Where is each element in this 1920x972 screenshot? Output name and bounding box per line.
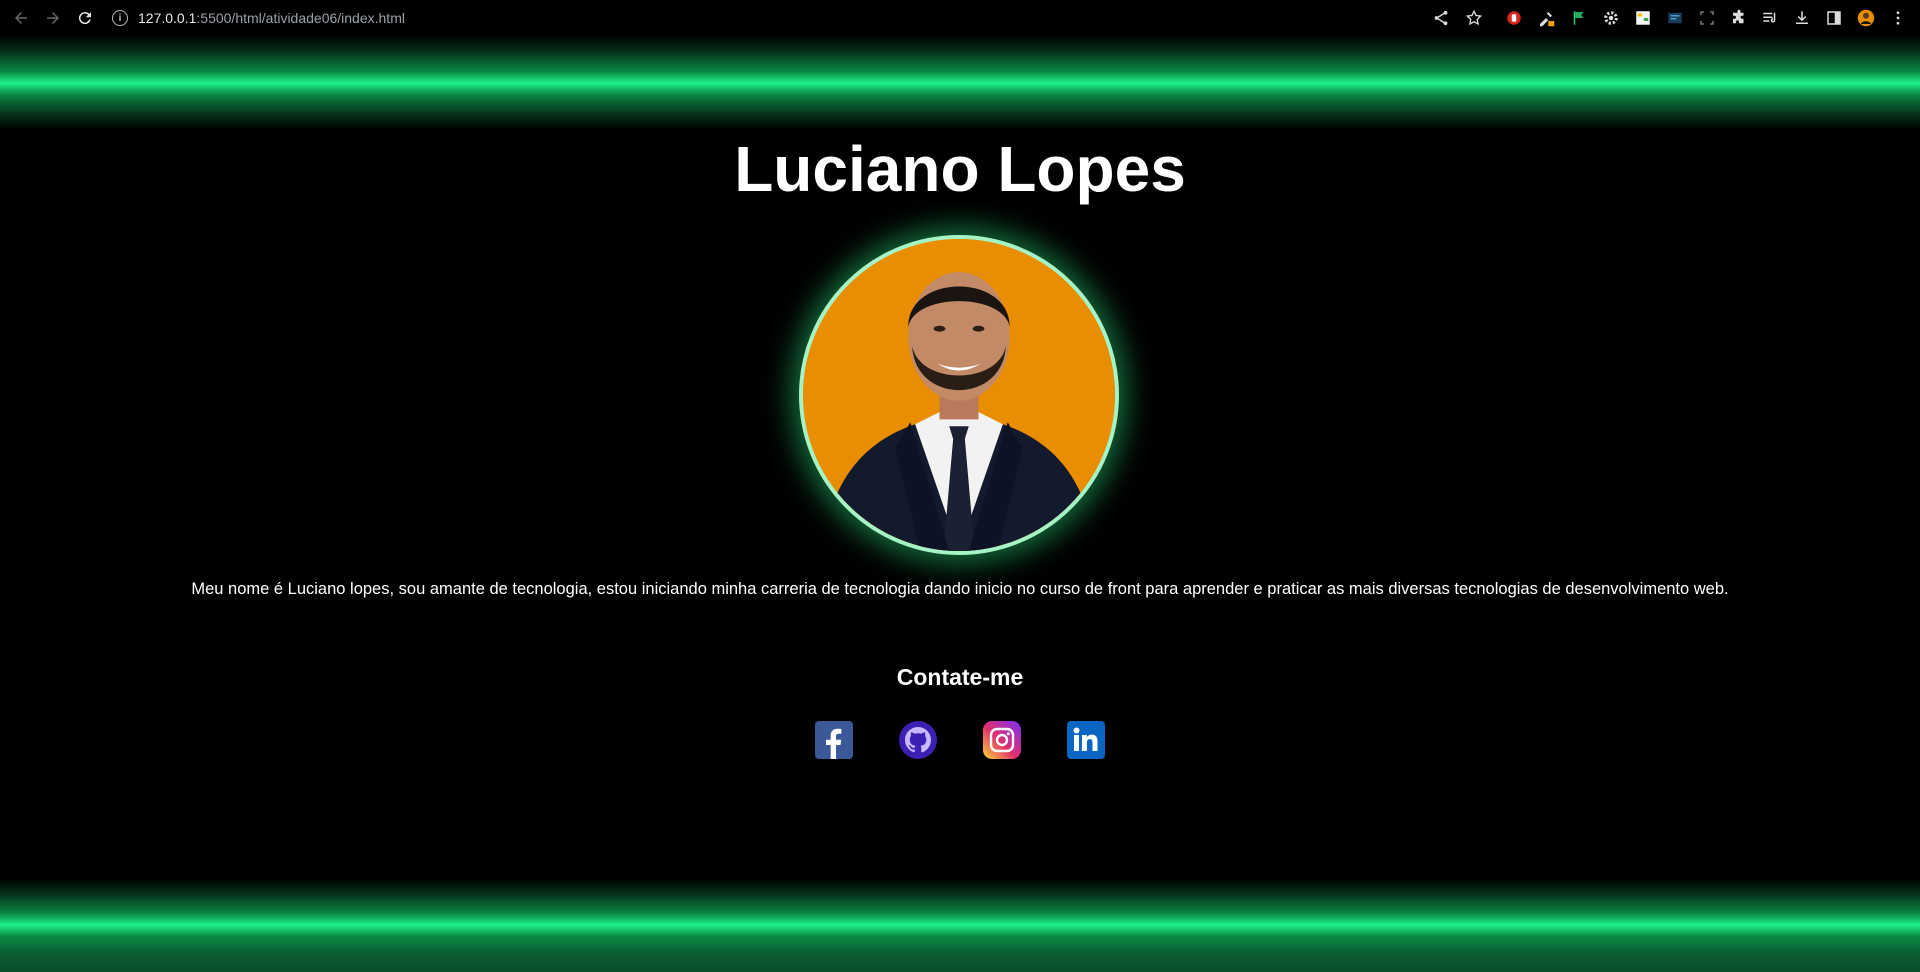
- download-icon[interactable]: [1793, 9, 1811, 27]
- bookmark-star-icon[interactable]: [1465, 9, 1483, 27]
- github-icon: [899, 721, 937, 759]
- instagram-link[interactable]: [983, 721, 1021, 759]
- sheets-extension-icon[interactable]: [1634, 9, 1652, 27]
- linkedin-link[interactable]: [1067, 721, 1105, 759]
- flag-extension-icon[interactable]: [1570, 9, 1588, 27]
- browser-toolbar: i 127.0.0.1:5500/html/atividade06/index.…: [0, 0, 1920, 36]
- reading-list-icon[interactable]: [1761, 9, 1779, 27]
- side-panel-icon[interactable]: [1825, 9, 1843, 27]
- url-path: :5500/html/atividade06/index.html: [196, 10, 405, 26]
- page-title: Luciano Lopes: [734, 133, 1186, 205]
- profile-photo: [799, 235, 1119, 555]
- profile-avatar-icon[interactable]: [1857, 9, 1875, 27]
- site-info-icon[interactable]: i: [112, 10, 128, 26]
- settings-gear-extension-icon[interactable]: [1602, 9, 1620, 27]
- facebook-icon: [815, 721, 853, 759]
- forward-arrow-icon: [47, 12, 59, 24]
- linkedin-icon: [1067, 721, 1105, 759]
- url-host: 127.0.0.1: [138, 10, 197, 26]
- reload-button[interactable]: [70, 3, 100, 33]
- github-link[interactable]: [899, 721, 937, 759]
- stop-extension-icon[interactable]: [1505, 9, 1523, 27]
- forward-button[interactable]: [38, 3, 68, 33]
- person-portrait-icon: [803, 239, 1115, 551]
- back-arrow-icon: [15, 12, 27, 24]
- reload-icon: [78, 12, 91, 25]
- facebook-link[interactable]: [815, 721, 853, 759]
- browser-menu-icon[interactable]: [1889, 9, 1907, 27]
- contact-title: Contate-me: [896, 664, 1024, 690]
- color-picker-extension-icon[interactable]: [1537, 9, 1555, 27]
- dev-extension-icon[interactable]: [1666, 9, 1684, 27]
- top-glow-banner: [0, 36, 1920, 130]
- back-button[interactable]: [6, 3, 36, 33]
- instagram-icon: [983, 721, 1021, 759]
- screenshot-extension-icon[interactable]: [1698, 9, 1716, 27]
- share-icon[interactable]: [1432, 9, 1450, 27]
- bio-text: Meu nome é Luciano lopes, sou amante de …: [191, 580, 1729, 598]
- extensions-puzzle-icon[interactable]: [1730, 9, 1748, 27]
- address-bar[interactable]: i 127.0.0.1:5500/html/atividade06/index.…: [112, 6, 405, 30]
- bottom-glow-banner: [0, 878, 1920, 972]
